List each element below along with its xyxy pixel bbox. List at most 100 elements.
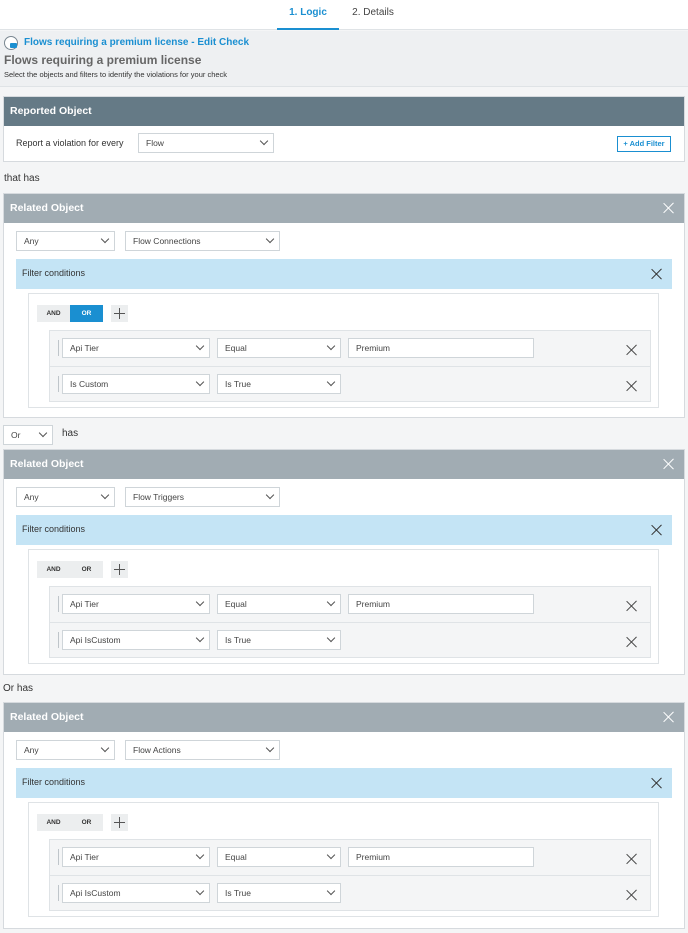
- condition-operator-select[interactable]: Is True: [217, 374, 341, 394]
- remove-condition-icon[interactable]: [626, 853, 638, 865]
- quantifier-select[interactable]: Any: [16, 740, 115, 760]
- condition-operator-value: Is True: [225, 379, 251, 389]
- condition-field-select[interactable]: Api Tier: [62, 338, 210, 358]
- chevron-down-icon: [195, 886, 205, 896]
- close-icon[interactable]: [663, 711, 675, 723]
- remove-condition-icon[interactable]: [626, 600, 638, 612]
- chevron-down-icon: [195, 633, 205, 643]
- condition-operator-value: Is True: [225, 635, 251, 645]
- related-object-select[interactable]: Flow Triggers: [125, 487, 280, 507]
- and-toggle[interactable]: AND: [37, 561, 70, 578]
- row-divider: [50, 622, 650, 623]
- quantifier-value: Any: [24, 236, 39, 246]
- condition-operator-value: Equal: [225, 852, 247, 862]
- related-object-select[interactable]: Flow Connections: [125, 231, 280, 251]
- condition-field-select[interactable]: Api Tier: [62, 594, 210, 614]
- or-toggle[interactable]: OR: [70, 561, 103, 578]
- connector-or-select[interactable]: Or: [3, 425, 53, 445]
- and-toggle[interactable]: AND: [37, 814, 70, 831]
- chevron-down-icon: [265, 490, 275, 500]
- remove-condition-icon[interactable]: [626, 636, 638, 648]
- condition-operator-select[interactable]: Is True: [217, 630, 341, 650]
- condition-field-value: Api Tier: [70, 599, 99, 609]
- tab-logic[interactable]: 1. Logic: [277, 0, 339, 30]
- condition-field-value: Api IsCustom: [70, 635, 121, 645]
- row-handle: [58, 596, 59, 612]
- connector-has: has: [62, 428, 79, 439]
- row-handle: [58, 885, 59, 901]
- row-divider: [50, 366, 650, 367]
- remove-condition-icon[interactable]: [626, 380, 638, 392]
- condition-field-value: Api Tier: [70, 343, 99, 353]
- close-icon[interactable]: [663, 458, 675, 470]
- chevron-down-icon: [326, 633, 336, 643]
- chevron-down-icon: [265, 234, 275, 244]
- page-header: Flows requiring a premium license - Edit…: [0, 31, 688, 87]
- reported-object-value: Flow: [146, 138, 164, 148]
- close-icon[interactable]: [663, 202, 675, 214]
- remove-condition-icon[interactable]: [626, 889, 638, 901]
- related-object-value: Flow Triggers: [133, 492, 185, 502]
- condition-operator-select[interactable]: Equal: [217, 847, 341, 867]
- related-object-header: Related Object: [4, 703, 684, 732]
- check-icon: [4, 36, 18, 50]
- condition-operator-select[interactable]: Is True: [217, 883, 341, 903]
- condition-operator-value: Equal: [225, 599, 247, 609]
- tab-bar: 1. Logic 2. Details: [0, 0, 688, 30]
- related-object-panel: Related Object Any Flow Actions Filter c…: [3, 702, 685, 929]
- filter-conditions-header: Filter conditions: [16, 515, 672, 545]
- add-condition-icon[interactable]: [111, 561, 128, 578]
- row-handle: [58, 340, 59, 356]
- condition-field-select[interactable]: Is Custom: [62, 374, 210, 394]
- condition-rows: Api Tier Equal Premium Api IsCustom Is T…: [49, 839, 651, 911]
- quantifier-select[interactable]: Any: [16, 487, 115, 507]
- tab-details[interactable]: 2. Details: [344, 0, 402, 30]
- chevron-down-icon: [195, 377, 205, 387]
- condition-value-input[interactable]: Premium: [348, 338, 534, 358]
- remove-condition-icon[interactable]: [626, 344, 638, 356]
- close-icon[interactable]: [651, 777, 663, 789]
- condition-operator-select[interactable]: Equal: [217, 338, 341, 358]
- breadcrumb[interactable]: Flows requiring a premium license - Edit…: [24, 37, 249, 48]
- quantifier-select[interactable]: Any: [16, 231, 115, 251]
- or-toggle[interactable]: OR: [70, 814, 103, 831]
- related-object-panel: Related Object Any Flow Connections Filt…: [3, 193, 685, 418]
- or-toggle[interactable]: OR: [70, 305, 103, 322]
- filter-conditions-header: Filter conditions: [16, 768, 672, 798]
- related-object-panel: Related Object Any Flow Triggers Filter …: [3, 449, 685, 675]
- filter-conditions-title: Filter conditions: [22, 268, 86, 278]
- condition-value-input[interactable]: Premium: [348, 847, 534, 867]
- page-subtitle: Select the objects and filters to identi…: [4, 70, 228, 79]
- page-title: Flows requiring a premium license: [4, 53, 202, 67]
- add-condition-icon[interactable]: [111, 305, 128, 322]
- row-handle: [58, 632, 59, 648]
- reported-object-select[interactable]: Flow: [138, 133, 274, 153]
- chevron-down-icon: [326, 597, 336, 607]
- add-condition-icon[interactable]: [111, 814, 128, 831]
- close-icon[interactable]: [651, 524, 663, 536]
- condition-operator-value: Equal: [225, 343, 247, 353]
- reported-object-header: Reported Object: [4, 97, 684, 126]
- chevron-down-icon: [326, 850, 336, 860]
- condition-field-select[interactable]: Api IsCustom: [62, 630, 210, 650]
- condition-operator-value: Is True: [225, 888, 251, 898]
- report-violation-label: Report a violation for every: [16, 138, 124, 148]
- logic-toggle: AND OR: [37, 561, 103, 578]
- related-object-value: Flow Connections: [133, 236, 201, 246]
- and-toggle[interactable]: AND: [37, 305, 70, 322]
- add-filter-button[interactable]: + Add Filter: [617, 136, 671, 152]
- close-icon[interactable]: [651, 268, 663, 280]
- chevron-down-icon: [195, 850, 205, 860]
- condition-value-input[interactable]: Premium: [348, 594, 534, 614]
- condition-rows: Api Tier Equal Premium Api IsCustom Is T…: [49, 586, 651, 658]
- condition-field-select[interactable]: Api IsCustom: [62, 883, 210, 903]
- chevron-down-icon: [195, 341, 205, 351]
- row-divider: [50, 875, 650, 876]
- related-object-select[interactable]: Flow Actions: [125, 740, 280, 760]
- quantifier-value: Any: [24, 492, 39, 502]
- condition-field-select[interactable]: Api Tier: [62, 847, 210, 867]
- condition-operator-select[interactable]: Equal: [217, 594, 341, 614]
- chevron-down-icon: [100, 234, 110, 244]
- chevron-down-icon: [326, 886, 336, 896]
- chevron-down-icon: [38, 428, 48, 438]
